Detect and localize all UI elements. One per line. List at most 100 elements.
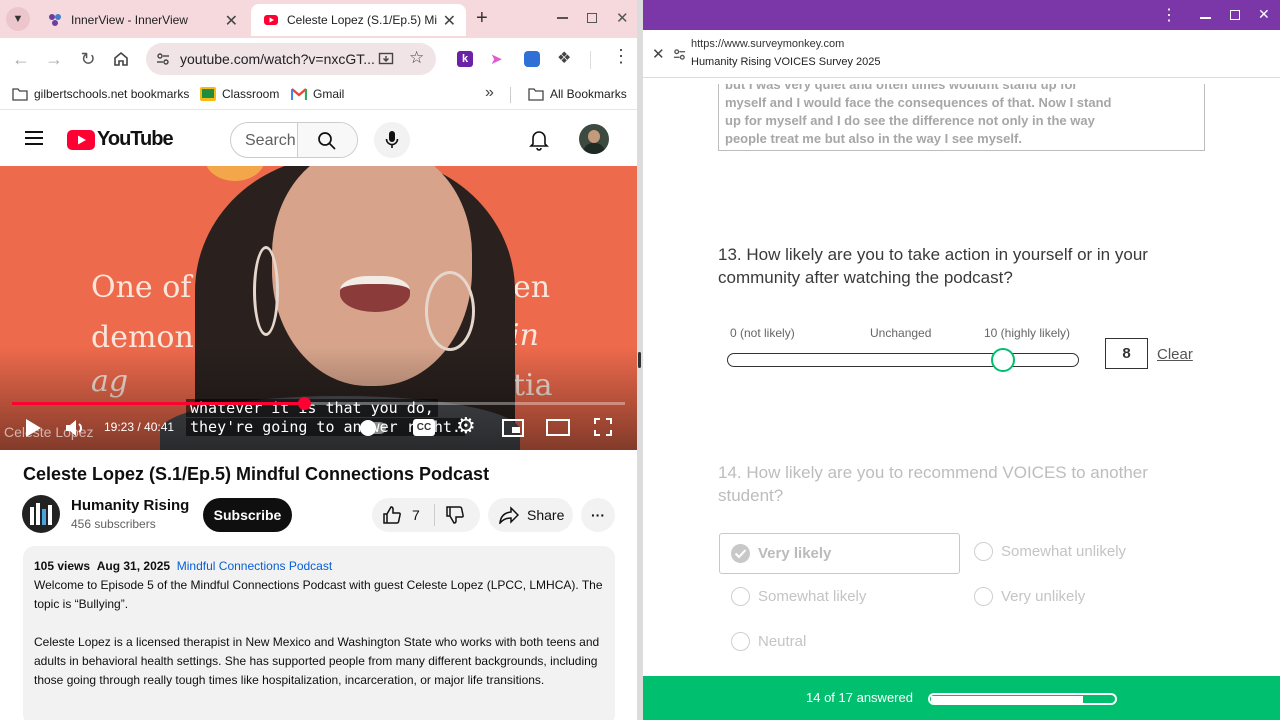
upload-date: Aug 31, 2025 [96, 559, 171, 573]
home-icon[interactable] [109, 47, 133, 71]
youtube-logo[interactable]: YouTube [67, 128, 174, 151]
search-button[interactable] [297, 123, 357, 157]
popup-menu-icon[interactable]: ⋮ [1161, 5, 1177, 25]
q14-option-neutral[interactable]: Neutral [731, 632, 806, 651]
survey-progress-footer: 14 of 17 answered [643, 676, 1280, 720]
close-tab-icon[interactable]: ✕ [225, 11, 238, 31]
bookmarks-divider [510, 87, 511, 103]
video-progress-scrubber[interactable] [298, 397, 311, 410]
video-description[interactable]: 105 views Aug 31, 2025 Mindful Connectio… [23, 546, 615, 720]
close-tab-icon[interactable]: ✕ [443, 11, 456, 31]
description-hashtag-link[interactable]: Mindful Connections Podcast [177, 559, 332, 573]
browser-menu-icon[interactable]: ⋮ [612, 47, 630, 65]
tab-search-button[interactable]: ▼ [6, 7, 30, 31]
screencastify-extension-icon[interactable]: ➤ [490, 50, 503, 68]
like-divider [433, 504, 435, 526]
share-button[interactable]: Share [488, 498, 573, 532]
user-avatar[interactable] [579, 124, 609, 154]
video-player[interactable]: One of the en demonst in ag tia whatever… [0, 166, 637, 450]
popup-minimize-icon[interactable] [1200, 17, 1211, 19]
subscribe-button[interactable]: Subscribe [203, 498, 292, 532]
fullscreen-icon[interactable] [594, 418, 612, 436]
description-meta: 105 views Aug 31, 2025 Mindful Connectio… [34, 557, 604, 576]
subscribe-label: Subscribe [213, 507, 282, 523]
folder-link-icon [12, 88, 28, 101]
video-progress-played [12, 402, 304, 405]
search-icon [318, 132, 336, 150]
popup-close-icon[interactable]: ✕ [1258, 6, 1270, 23]
slider-min-label: 0 (not likely) [730, 326, 795, 340]
forward-arrow-icon[interactable]: → [42, 47, 66, 71]
back-arrow-icon[interactable]: ← [9, 47, 33, 71]
hamburger-menu-icon[interactable] [25, 131, 43, 145]
play-icon[interactable] [24, 418, 42, 438]
bookmark-folder-gilbert[interactable]: gilbertschools.net bookmarks [12, 87, 189, 101]
gmail-icon [291, 88, 307, 100]
tab-innerview[interactable]: InnerView - InnerView ✕ [35, 4, 248, 36]
q13-clear-link[interactable]: Clear [1157, 346, 1193, 363]
q13-slider-thumb[interactable] [991, 348, 1015, 372]
q14-option-very-unlikely[interactable]: Very unlikely [974, 587, 1085, 606]
tab-title: Celeste Lopez (S.1/Ep.5) Mindful [287, 13, 437, 27]
answer-text-line: people treat me but also in the way I se… [725, 131, 1022, 146]
miniplayer-icon[interactable] [502, 419, 524, 437]
q14-option-somewhat-likely[interactable]: Somewhat likely [731, 587, 866, 606]
youtube-favicon-icon [264, 15, 278, 25]
split-view-handle[interactable] [638, 352, 641, 368]
bookmark-label: Gmail [313, 87, 345, 101]
extensions-puzzle-icon[interactable]: ❖ [557, 48, 571, 68]
option-label: Very unlikely [1001, 588, 1086, 605]
q13-slider-track[interactable] [727, 353, 1079, 367]
extension-icon[interactable] [524, 51, 540, 67]
bookmark-gmail[interactable]: Gmail [291, 87, 344, 101]
bookmarks-overflow-icon[interactable]: » [485, 84, 494, 102]
maximize-icon[interactable] [587, 13, 597, 23]
install-app-icon[interactable] [378, 51, 394, 67]
all-bookmarks-button[interactable]: All Bookmarks [528, 87, 627, 101]
youtube-search-input[interactable]: Search [230, 122, 358, 158]
more-dots-icon: ··· [591, 507, 605, 523]
q13-slider-value-box[interactable]: 8 [1105, 338, 1148, 369]
popup-maximize-icon[interactable] [1230, 10, 1240, 20]
more-actions-button[interactable]: ··· [581, 498, 615, 532]
q14-option-somewhat-unlikely[interactable]: Somewhat unlikely [974, 542, 1126, 561]
video-title: Celeste Lopez (S.1/Ep.5) Mindful Connect… [23, 464, 490, 484]
speaker-earring-left [253, 246, 279, 336]
bookmark-classroom[interactable]: Classroom [200, 87, 279, 101]
reload-icon[interactable]: ↻ [76, 47, 100, 71]
notifications-bell-icon[interactable] [529, 129, 549, 151]
popup-url-bar: ✕ https://www.surveymonkey.com Humanity … [643, 30, 1280, 78]
bookmark-star-icon[interactable]: ☆ [409, 48, 424, 68]
site-info-icon[interactable] [156, 52, 170, 66]
channel-name[interactable]: Humanity Rising [71, 497, 189, 514]
address-text: youtube.com/watch?v=nxcGT... [180, 51, 375, 67]
minimize-icon[interactable] [557, 17, 568, 19]
q12-answer-textarea[interactable]: but I was very quiet and often times wou… [718, 84, 1205, 151]
thumbs-down-icon[interactable] [445, 505, 465, 525]
new-tab-button[interactable]: + [476, 7, 488, 30]
kami-extension-icon[interactable]: k [457, 51, 473, 67]
site-info-icon[interactable] [673, 48, 686, 61]
channel-avatar[interactable] [22, 495, 60, 533]
volume-icon[interactable] [64, 417, 88, 439]
subscriber-count: 456 subscribers [71, 517, 156, 531]
thumbs-up-icon[interactable] [382, 505, 402, 525]
settings-gear-icon[interactable]: ⚙ [456, 413, 476, 439]
popup-title-bar: ⋮ ✕ [643, 0, 1280, 30]
q14-option-very-likely[interactable]: Very likely [719, 533, 960, 574]
address-bar[interactable]: youtube.com/watch?v=nxcGT... ☆ [146, 43, 436, 75]
description-paragraph: Celeste Lopez is a licensed therapist in… [34, 635, 600, 687]
close-popup-icon[interactable]: ✕ [652, 45, 665, 63]
tab-youtube-video[interactable]: Celeste Lopez (S.1/Ep.5) Mindful ✕ [251, 4, 466, 36]
profile-divider [590, 51, 591, 69]
captions-button[interactable]: CC [413, 419, 435, 436]
voice-search-button[interactable] [374, 122, 410, 158]
theater-mode-icon[interactable] [546, 419, 570, 436]
autoplay-toggle[interactable] [360, 420, 386, 436]
close-window-icon[interactable]: ✕ [616, 9, 629, 27]
view-count: 105 views [34, 559, 91, 573]
video-orange-circle [205, 166, 265, 181]
answer-text-line: up for myself and I do see the differenc… [725, 113, 1095, 128]
slider-mid-label: Unchanged [870, 326, 932, 340]
answer-text-line: myself and I would face the consequences… [725, 95, 1112, 110]
